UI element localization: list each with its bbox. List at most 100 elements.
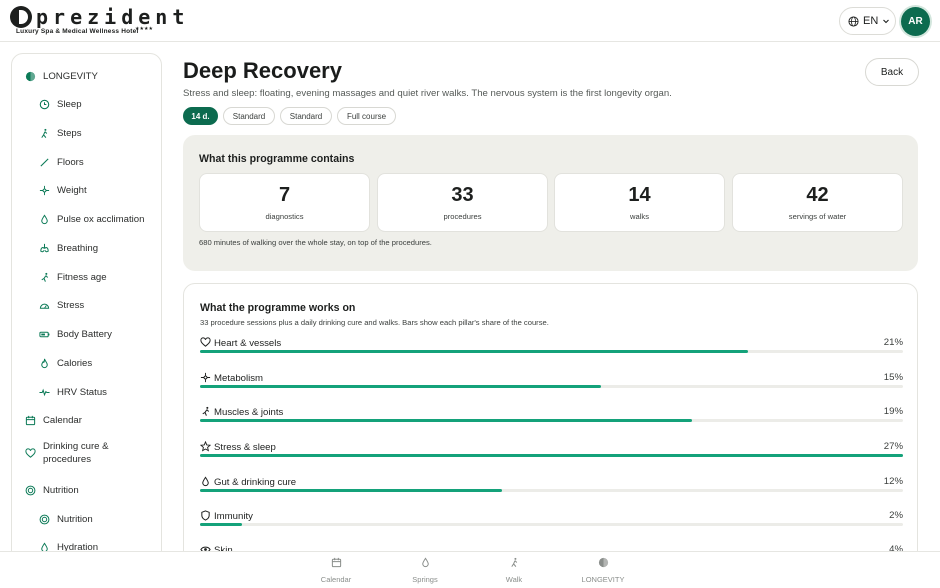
pillar-name: Stress & sleep xyxy=(199,440,276,454)
stat-label: diagnostics xyxy=(265,212,304,221)
sidebar-item[interactable]: Nutrition xyxy=(12,509,161,529)
user-avatar[interactable]: AR xyxy=(901,7,930,36)
sidebar-item[interactable]: Floors xyxy=(12,152,161,172)
stat-label: walks xyxy=(630,212,649,221)
pillar-row: Heart & vessels 21% xyxy=(200,337,903,357)
pulse-icon xyxy=(39,387,50,398)
sidebar-item[interactable]: Calendar xyxy=(12,410,161,430)
bottom-nav-label: Calendar xyxy=(320,575,352,584)
stat-card: 42 servings of water xyxy=(732,173,903,232)
sidebar-item-label: HRV Status xyxy=(57,386,107,398)
drop-icon xyxy=(39,213,50,225)
sidebar-item-label: Drinking cure & procedures xyxy=(43,441,109,465)
pillar-percent: 19% xyxy=(883,406,903,417)
pillar-bar-fill xyxy=(200,385,601,388)
pillar-name: Muscles & joints xyxy=(200,406,283,419)
gauge-icon xyxy=(39,300,50,311)
logo-wordmark: prezident xyxy=(36,5,190,29)
bottom-nav-label: LONGEVITY xyxy=(581,575,625,584)
programme-works-panel: What the programme works on 33 procedure… xyxy=(183,283,918,573)
sidebar-item[interactable]: HRV Status xyxy=(12,382,161,402)
pillar-name: Metabolism xyxy=(200,372,263,385)
heart-icon xyxy=(25,447,36,459)
walk-icon xyxy=(39,128,50,139)
sidebar-item[interactable]: Calories xyxy=(12,353,161,373)
stat-card: 7 diagnostics xyxy=(199,173,370,232)
pillar-bar-track xyxy=(200,523,903,526)
chip-standard[interactable]: Standard xyxy=(280,107,332,125)
target-icon xyxy=(25,485,36,496)
sparkle-icon xyxy=(200,372,211,385)
pillar-bar-fill xyxy=(200,350,749,353)
sidebar-item[interactable]: Drinking cure & procedures xyxy=(12,438,161,468)
pillar-percent: 27% xyxy=(883,441,903,452)
contains-heading: What this programme contains xyxy=(199,153,355,165)
chip-full-course[interactable]: Full course xyxy=(337,107,396,125)
language-label: EN xyxy=(863,15,879,27)
pillar-name: Immunity xyxy=(200,510,253,523)
sidebar-item-label: Sleep xyxy=(57,98,82,110)
pillar-bar-fill xyxy=(200,523,243,526)
stat-value: 7 xyxy=(278,184,291,206)
sidebar-item[interactable]: Fitness age xyxy=(12,267,161,287)
back-button[interactable]: Back xyxy=(865,58,919,86)
longevity-icon xyxy=(573,557,633,571)
sidebar-item[interactable]: Breathing xyxy=(12,238,161,258)
pillar-bar-fill xyxy=(200,454,903,457)
chip-duration[interactable]: 14 d. xyxy=(183,107,218,125)
sidebar-item-label: Stress xyxy=(57,299,85,311)
chip-standard[interactable]: Standard xyxy=(223,107,275,125)
stat-label: servings of water xyxy=(788,212,847,221)
pillar-row: Stress & sleep 27% xyxy=(199,440,903,461)
sidebar-item-label: Body Battery xyxy=(57,328,112,340)
sidebar-item[interactable]: Steps xyxy=(12,123,161,143)
sidebar-item-label: Fitness age xyxy=(57,271,107,283)
sidebar-item[interactable]: Sleep xyxy=(12,94,161,114)
page-subtitle: Stress and sleep: floating, evening mass… xyxy=(183,88,672,99)
pillar-bar-track xyxy=(200,454,903,457)
runner-icon xyxy=(200,406,210,419)
pillar-row: Muscles & joints 19% xyxy=(200,406,903,426)
sidebar-item-label: Floors xyxy=(57,156,84,168)
bottom-nav-label: Springs xyxy=(412,575,438,584)
globe-icon xyxy=(848,15,859,27)
sidebar-nav: LONGEVITY Sleep Steps Floors Weight Pulse ox … xyxy=(11,53,162,563)
top-header: prezident Luxury Spa & Medical Wellness … xyxy=(0,0,940,42)
calendar-icon xyxy=(25,415,36,426)
heart-icon xyxy=(200,337,211,350)
sidebar-item[interactable]: LONGEVITY xyxy=(12,66,161,86)
sidebar-item[interactable]: Stress xyxy=(12,295,161,315)
sparkle-icon xyxy=(39,185,50,196)
sidebar-item-label: LONGEVITY xyxy=(43,70,98,82)
pillar-label: Stress & sleep xyxy=(214,442,276,453)
bottom-nav-item[interactable]: LONGEVITY xyxy=(573,557,633,584)
pillar-name: Gut & drinking cure xyxy=(200,476,296,489)
chevron-down-icon xyxy=(883,19,890,24)
bottom-nav-item[interactable]: Springs xyxy=(395,557,455,584)
bottom-nav-item[interactable]: Calendar xyxy=(306,557,366,584)
programme-contains-panel: What this programme contains 7 diagnosti… xyxy=(183,135,918,271)
works-heading: What the programme works on xyxy=(200,302,356,314)
prezident-logo[interactable]: prezident Luxury Spa & Medical Wellness … xyxy=(10,6,184,38)
sidebar-item-label: Weight xyxy=(57,184,87,196)
walking-note: 680 minutes of walking over the whole st… xyxy=(199,238,432,247)
sidebar-item[interactable]: Body Battery xyxy=(12,324,161,344)
bottom-nav-item[interactable]: Walk xyxy=(484,557,544,584)
runner-icon xyxy=(39,272,50,283)
works-description: 33 procedure sessions plus a daily drink… xyxy=(200,318,549,327)
language-switcher[interactable]: EN xyxy=(839,7,896,35)
sidebar-item-label: Nutrition xyxy=(57,513,93,525)
bottom-nav: Calendar Springs Walk LONGEVITY xyxy=(0,551,940,588)
bottom-nav-label: Walk xyxy=(505,575,523,584)
sidebar-item[interactable]: Nutrition xyxy=(12,480,161,500)
pillar-bar-track xyxy=(200,350,903,353)
walk-icon xyxy=(484,557,544,571)
pillar-bar-track xyxy=(200,419,903,422)
pillar-label: Immunity xyxy=(214,511,253,522)
stat-value: 33 xyxy=(451,184,474,206)
flame-icon xyxy=(39,358,50,369)
sidebar-item[interactable]: Weight xyxy=(12,180,161,200)
pillar-bar-fill xyxy=(200,419,693,422)
sidebar-item[interactable]: Pulse ox acclimation xyxy=(12,209,161,229)
stat-card: 33 procedures xyxy=(377,173,548,232)
